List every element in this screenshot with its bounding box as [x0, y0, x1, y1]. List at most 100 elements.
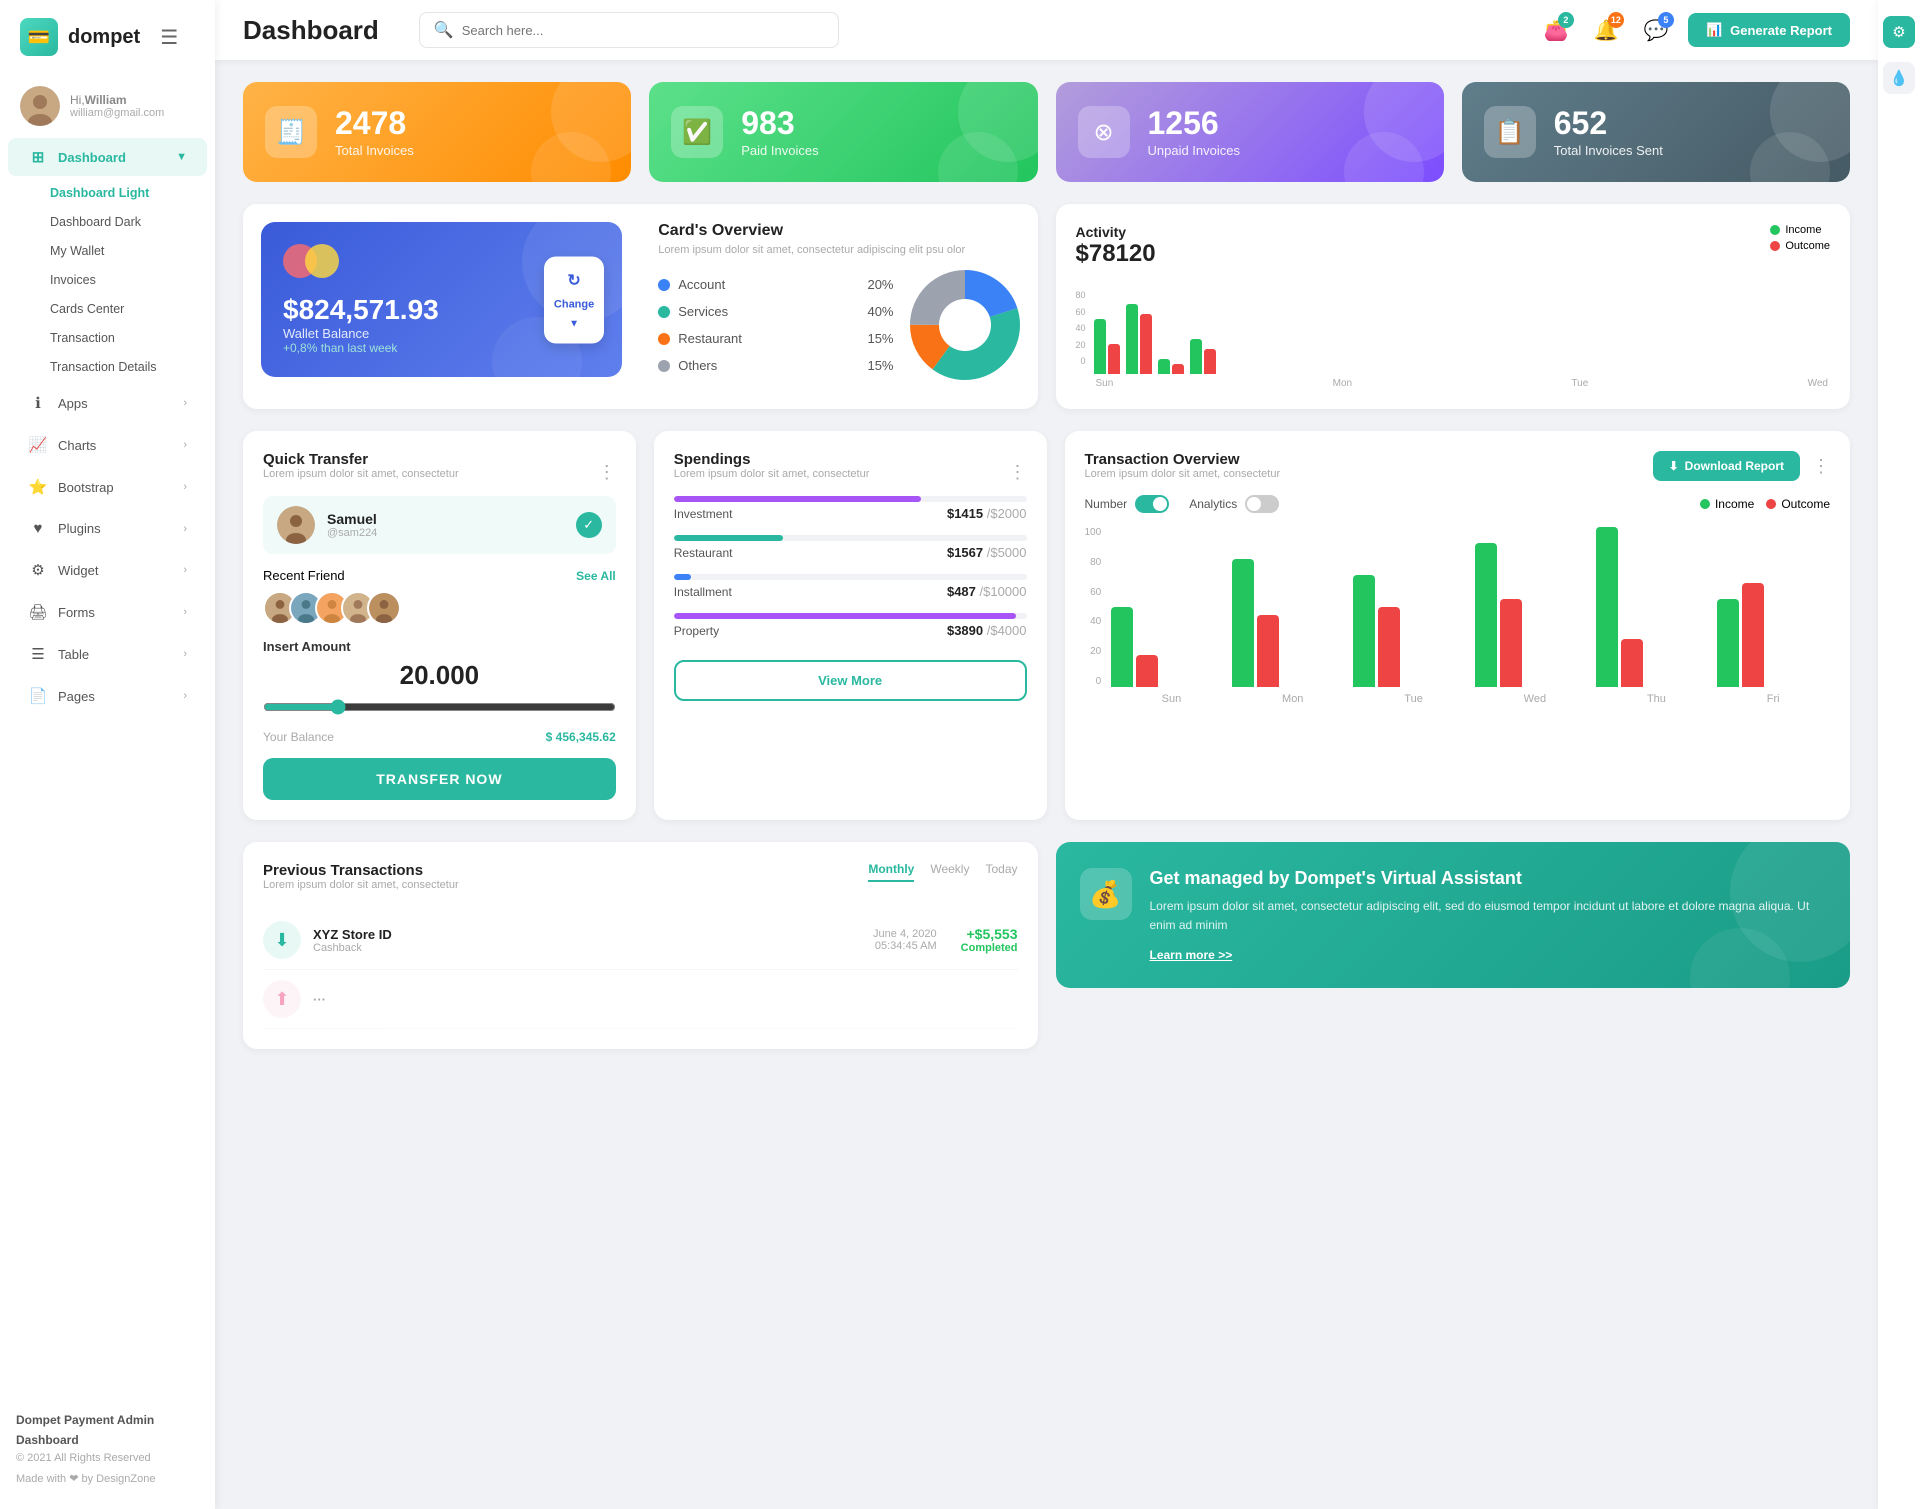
- apps-icon: ℹ: [28, 394, 48, 412]
- total-invoices-number: 2478: [335, 107, 414, 139]
- see-all-link[interactable]: See All: [576, 569, 616, 583]
- total-invoices-label: Total Invoices: [335, 143, 414, 158]
- tx-item-amount: +$5,553: [961, 926, 1018, 942]
- submenu-transaction-details[interactable]: Transaction Details: [38, 353, 215, 381]
- tab-weekly[interactable]: Weekly: [930, 862, 969, 882]
- refresh-icon: ↻: [567, 270, 580, 290]
- tx-legend: Income Outcome: [1700, 497, 1830, 511]
- transfer-now-button[interactable]: TRANSFER NOW: [263, 758, 616, 800]
- big-bar-sun-income: [1111, 607, 1133, 687]
- three-col-row: Quick Transfer Lorem ipsum dolor sit ame…: [243, 431, 1850, 820]
- submenu-dashboard-light[interactable]: Dashboard Light: [38, 179, 215, 207]
- footer-made-with: Made with ❤ by DesignZone: [16, 1471, 199, 1489]
- paid-invoices-icon: ✅: [671, 106, 723, 158]
- analytics-toggle-switch[interactable]: [1245, 495, 1279, 513]
- tx-overview-menu-icon[interactable]: ⋮: [1812, 456, 1830, 477]
- dashboard-submenu: Dashboard Light Dashboard Dark My Wallet…: [0, 178, 215, 382]
- overview-restaurant: Restaurant 15%: [658, 325, 893, 352]
- sidebar-item-pages[interactable]: 📄 Pages ›: [8, 677, 207, 715]
- wallet-icon-btn[interactable]: 👛 2: [1538, 12, 1574, 48]
- spending-restaurant: Restaurant $1567 /$5000: [674, 535, 1027, 560]
- generate-report-button[interactable]: 📊 Generate Report: [1688, 13, 1850, 47]
- view-more-button[interactable]: View More: [674, 660, 1027, 701]
- sidebar-item-plugins[interactable]: ♥ Plugins ›: [8, 510, 207, 547]
- stat-card-total-sent: 📋 652 Total Invoices Sent: [1462, 82, 1850, 182]
- sidebar-charts-label: Charts: [58, 438, 173, 453]
- submenu-invoices[interactable]: Invoices: [38, 266, 215, 294]
- widget-icon: ⚙: [28, 561, 48, 579]
- tx-overview-desc: Lorem ipsum dolor sit amet, consectetur: [1085, 468, 1281, 480]
- mid-row: $824,571.93 Wallet Balance +0,8% than la…: [243, 204, 1850, 409]
- big-bar-sun-outcome: [1136, 655, 1158, 687]
- pie-chart: [910, 270, 1020, 380]
- tx-bar-chart: [1111, 527, 1830, 687]
- stat-card-total-invoices: 🧾 2478 Total Invoices: [243, 82, 631, 182]
- chevron-right-icon: ›: [183, 397, 187, 409]
- activity-amount: $78120: [1076, 240, 1156, 268]
- sidebar-plugins-label: Plugins: [58, 521, 173, 536]
- toggle-row: Number Analytics Income Out: [1085, 495, 1831, 513]
- quick-transfer-desc: Lorem ipsum dolor sit amet, consectetur: [263, 468, 459, 480]
- sidebar-item-apps[interactable]: ℹ Apps ›: [8, 384, 207, 422]
- right-sidebar-color-icon[interactable]: 💧: [1883, 62, 1915, 94]
- submenu-my-wallet[interactable]: My Wallet: [38, 237, 215, 265]
- tx-item-name: XYZ Store ID: [313, 927, 861, 942]
- chat-icon-btn[interactable]: 💬 5: [1638, 12, 1674, 48]
- submenu-cards-center[interactable]: Cards Center: [38, 295, 215, 323]
- search-bar: 🔍: [419, 12, 839, 48]
- sidebar-item-dashboard[interactable]: ⊞ Dashboard ▼: [8, 138, 207, 176]
- right-sidebar-settings-icon[interactable]: ⚙: [1883, 16, 1915, 48]
- sidebar-item-bootstrap[interactable]: ⭐ Bootstrap ›: [8, 468, 207, 506]
- user-section: Hi,William william@gmail.com: [0, 74, 215, 136]
- bar-chart-labels: SunMonTueWed: [1094, 378, 1830, 389]
- tab-today[interactable]: Today: [985, 862, 1017, 882]
- bar-group-sun: [1111, 607, 1224, 687]
- wallet-change-button[interactable]: ↻ Change ▼: [544, 256, 604, 343]
- search-input[interactable]: [462, 23, 824, 38]
- tx-overview-title: Transaction Overview: [1085, 451, 1281, 468]
- submenu-transaction[interactable]: Transaction: [38, 324, 215, 352]
- amount-slider-wrap: [263, 699, 616, 718]
- tx-item-details-2: ···: [313, 992, 1018, 1007]
- activity-card: Activity $78120 Income Outcome 806040200: [1056, 204, 1851, 409]
- friend-avatar-5: [367, 591, 401, 625]
- recipient-check-icon: ✓: [576, 512, 602, 538]
- sidebar-pages-label: Pages: [58, 689, 173, 704]
- bar-group-fri: [1717, 583, 1830, 687]
- user-email: william@gmail.com: [70, 107, 164, 119]
- transfer-recipient[interactable]: Samuel @sam224 ✓: [263, 496, 616, 554]
- header-actions: 👛 2 🔔 12 💬 5 📊 Generate Report: [1538, 12, 1850, 48]
- hamburger-icon[interactable]: ☰: [160, 25, 178, 50]
- spendings-desc: Lorem ipsum dolor sit amet, consectetur: [674, 468, 870, 480]
- chevron-right-icon7: ›: [183, 648, 187, 660]
- sidebar: 💳 dompet ☰ Hi,William william@gmail.com …: [0, 0, 215, 1509]
- sidebar-item-charts[interactable]: 📈 Charts ›: [8, 426, 207, 464]
- va-learn-more-link[interactable]: Learn more >>: [1150, 948, 1233, 962]
- number-toggle-switch[interactable]: [1135, 495, 1169, 513]
- tx-tabs: Monthly Weekly Today: [868, 862, 1017, 882]
- spendings-menu-icon[interactable]: ⋮: [1009, 462, 1027, 483]
- download-report-button[interactable]: ⬇ Download Report: [1653, 451, 1800, 481]
- change-label: Change: [554, 298, 594, 310]
- main-content: Dashboard 🔍 👛 2 🔔 12 💬 5 📊 Generate Repo…: [215, 0, 1878, 1509]
- balance-row: Your Balance $ 456,345.62: [263, 730, 616, 744]
- spendings-list: Investment $1415 /$2000 Restaurant $1567…: [674, 496, 1027, 638]
- spending-installment: Installment $487 /$10000: [674, 574, 1027, 599]
- sidebar-item-widget[interactable]: ⚙ Widget ›: [8, 551, 207, 589]
- recipient-avatar: [277, 506, 315, 544]
- chevron-right-icon4: ›: [183, 523, 187, 535]
- sidebar-item-table[interactable]: ☰ Table ›: [8, 635, 207, 673]
- overview-account: Account 20%: [658, 271, 893, 298]
- quick-transfer-menu-icon[interactable]: ⋮: [598, 462, 616, 483]
- user-greeting: Hi,William: [70, 93, 164, 107]
- recipient-name: Samuel: [327, 511, 377, 527]
- amount-slider[interactable]: [263, 699, 616, 715]
- bootstrap-icon: ⭐: [28, 478, 48, 496]
- tab-monthly[interactable]: Monthly: [868, 862, 914, 882]
- bottom-row: Previous Transactions Lorem ipsum dolor …: [243, 842, 1850, 1049]
- submenu-dashboard-dark[interactable]: Dashboard Dark: [38, 208, 215, 236]
- spending-investment: Investment $1415 /$2000: [674, 496, 1027, 521]
- cards-overview-title: Card's Overview: [658, 222, 1019, 240]
- notification-icon-btn[interactable]: 🔔 12: [1588, 12, 1624, 48]
- sidebar-item-forms[interactable]: 🖨 Forms ›: [8, 593, 207, 631]
